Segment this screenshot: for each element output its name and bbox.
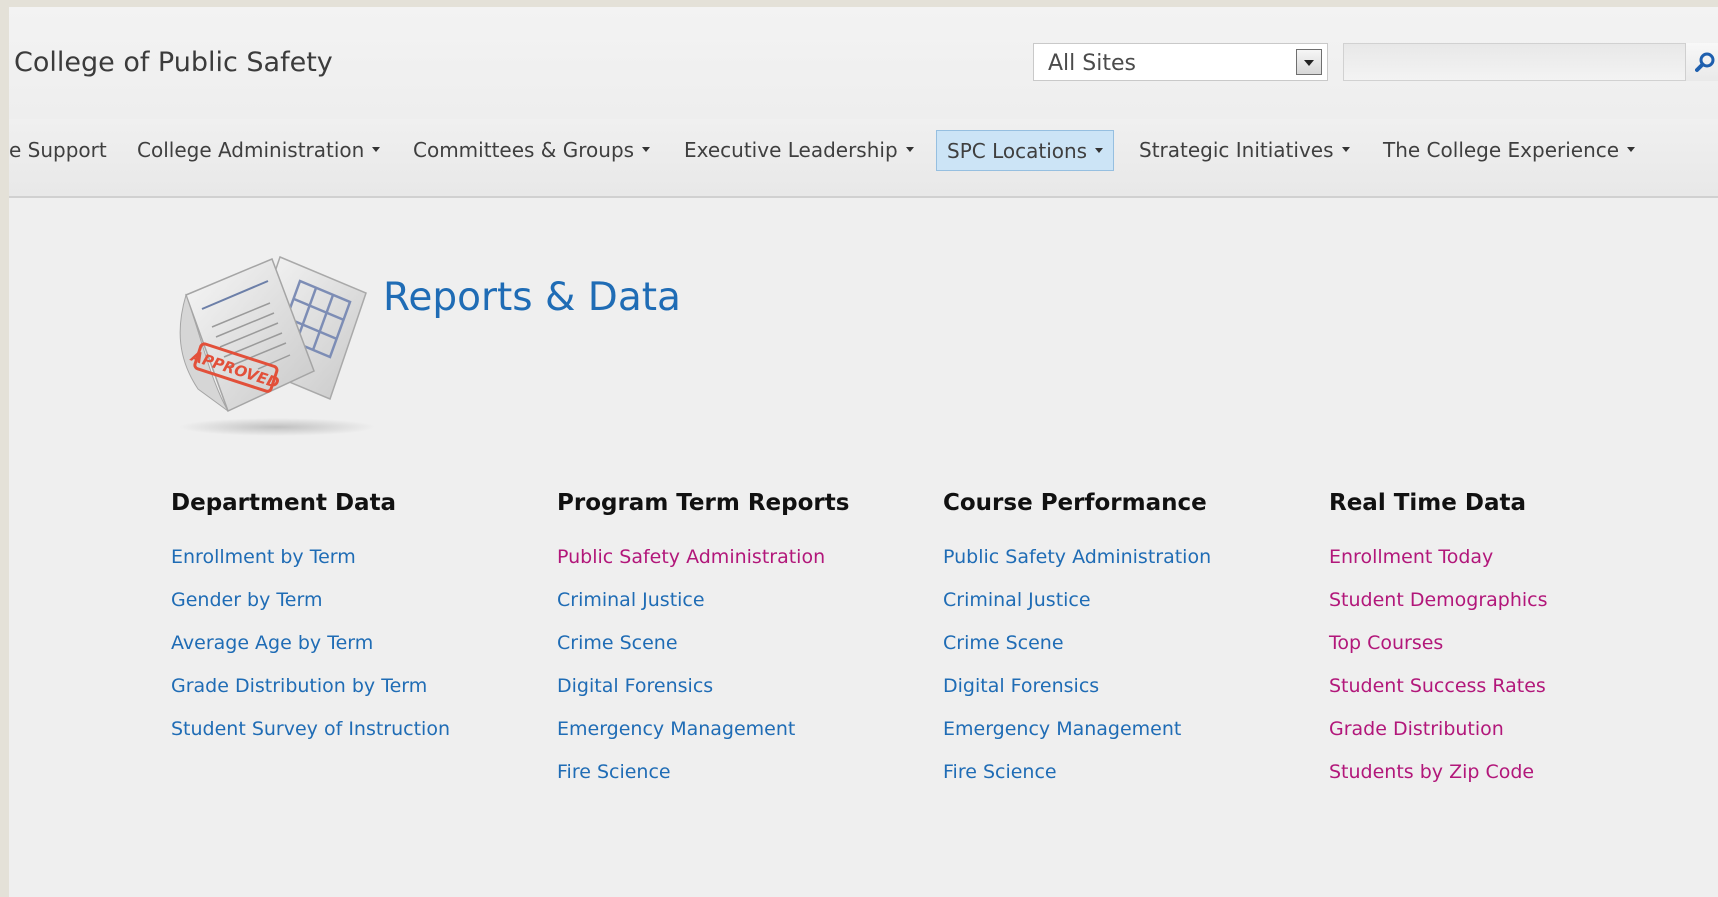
chevron-down-icon [1095, 148, 1104, 153]
chevron-down-icon [1627, 147, 1636, 152]
link-crime-scene[interactable]: Crime Scene [943, 632, 1064, 654]
section-heading: Department Data [171, 490, 397, 516]
nav-item-label: Strategic Initiatives [1139, 138, 1334, 162]
reports-document-icon: APPROVED [179, 255, 375, 436]
section-program-term-reports: Program Term Reports Public Safety Admin… [557, 490, 917, 783]
list-item: Public Safety Administration [557, 546, 825, 589]
link-fire-science[interactable]: Fire Science [943, 761, 1057, 783]
nav-item-college-administration[interactable]: College Administration [137, 130, 381, 171]
list-item: Enrollment by Term [171, 546, 450, 589]
list-item: Average Age by Term [171, 632, 450, 675]
list-item: Student Survey of Instruction [171, 718, 450, 761]
nav-item-label: College Administration [137, 138, 365, 162]
top-navigation-bar: e Support College Administration Committ… [9, 119, 1718, 198]
nav-item-label: The College Experience [1383, 138, 1620, 162]
nav-item-label: Executive Leadership [684, 138, 898, 162]
list-item: Students by Zip Code [1329, 761, 1548, 804]
page-canvas: College of Public Safety All Sites e Sup… [9, 7, 1718, 897]
section-link-list: Public Safety Administration Criminal Ju… [557, 546, 825, 804]
link-top-courses[interactable]: Top Courses [1329, 632, 1443, 654]
link-digital-forensics[interactable]: Digital Forensics [943, 675, 1099, 697]
link-average-age-by-term[interactable]: Average Age by Term [171, 632, 373, 654]
nav-item-executive-leadership[interactable]: Executive Leadership [684, 130, 914, 171]
link-emergency-management[interactable]: Emergency Management [943, 718, 1181, 740]
list-item: Student Demographics [1329, 589, 1548, 632]
search-icon [1695, 52, 1715, 72]
list-item: Criminal Justice [557, 589, 825, 632]
nav-item-college-experience[interactable]: The College Experience [1383, 130, 1636, 171]
nav-item-strategic-initiatives[interactable]: Strategic Initiatives [1139, 130, 1350, 171]
link-enrollment-by-term[interactable]: Enrollment by Term [171, 546, 356, 568]
search-scope-value: All Sites [1048, 51, 1136, 76]
dropdown-arrow-icon[interactable] [1296, 49, 1322, 75]
link-gender-by-term[interactable]: Gender by Term [171, 589, 322, 611]
link-criminal-justice[interactable]: Criminal Justice [557, 589, 705, 611]
search-input[interactable] [1343, 43, 1694, 81]
link-student-survey-of-instruction[interactable]: Student Survey of Instruction [171, 718, 450, 740]
nav-item-label: SPC Locations [947, 139, 1088, 163]
section-heading: Real Time Data [1329, 490, 1526, 516]
list-item: Public Safety Administration [943, 546, 1211, 589]
list-item: Crime Scene [557, 632, 825, 675]
nav-item-support[interactable]: e Support [9, 130, 107, 171]
list-item: Top Courses [1329, 632, 1548, 675]
link-enrollment-today[interactable]: Enrollment Today [1329, 546, 1493, 568]
link-crime-scene[interactable]: Crime Scene [557, 632, 678, 654]
list-item: Digital Forensics [943, 675, 1211, 718]
link-public-safety-administration[interactable]: Public Safety Administration [943, 546, 1211, 568]
list-item: Fire Science [557, 761, 825, 804]
site-title[interactable]: College of Public Safety [14, 47, 333, 78]
nav-item-committees-groups[interactable]: Committees & Groups [413, 130, 651, 171]
section-heading: Course Performance [943, 490, 1207, 516]
section-link-list: Enrollment by Term Gender by Term Averag… [171, 546, 450, 761]
section-department-data: Department Data Enrollment by Term Gende… [171, 490, 531, 740]
link-fire-science[interactable]: Fire Science [557, 761, 671, 783]
chevron-down-icon [642, 147, 651, 152]
search-button[interactable] [1685, 43, 1718, 81]
list-item: Digital Forensics [557, 675, 825, 718]
link-grade-distribution-by-term[interactable]: Grade Distribution by Term [171, 675, 427, 697]
nav-item-spc-locations[interactable]: SPC Locations [936, 130, 1115, 171]
link-students-by-zip-code[interactable]: Students by Zip Code [1329, 761, 1534, 783]
link-emergency-management[interactable]: Emergency Management [557, 718, 795, 740]
link-digital-forensics[interactable]: Digital Forensics [557, 675, 713, 697]
link-student-success-rates[interactable]: Student Success Rates [1329, 675, 1546, 697]
page-title: Reports & Data [383, 275, 681, 320]
section-link-list: Public Safety Administration Criminal Ju… [943, 546, 1211, 804]
chevron-down-icon [372, 147, 381, 152]
site-header: College of Public Safety All Sites [9, 7, 1718, 120]
chevron-down-icon [1341, 147, 1350, 152]
list-item: Crime Scene [943, 632, 1211, 675]
section-heading: Program Term Reports [557, 490, 850, 516]
nav-item-label: e Support [9, 138, 107, 162]
list-item: Emergency Management [557, 718, 825, 761]
list-item: Grade Distribution by Term [171, 675, 450, 718]
list-item: Emergency Management [943, 718, 1211, 761]
search-scope-dropdown[interactable]: All Sites [1033, 43, 1328, 81]
chevron-down-icon [905, 147, 914, 152]
link-criminal-justice[interactable]: Criminal Justice [943, 589, 1091, 611]
section-real-time-data: Real Time Data Enrollment Today Student … [1329, 490, 1689, 783]
nav-item-label: Committees & Groups [413, 138, 635, 162]
link-public-safety-administration[interactable]: Public Safety Administration [557, 546, 825, 568]
section-course-performance: Course Performance Public Safety Adminis… [943, 490, 1303, 783]
link-grade-distribution[interactable]: Grade Distribution [1329, 718, 1504, 740]
section-link-list: Enrollment Today Student Demographics To… [1329, 546, 1548, 804]
list-item: Grade Distribution [1329, 718, 1548, 761]
list-item: Gender by Term [171, 589, 450, 632]
list-item: Student Success Rates [1329, 675, 1548, 718]
link-student-demographics[interactable]: Student Demographics [1329, 589, 1548, 611]
list-item: Fire Science [943, 761, 1211, 804]
list-item: Enrollment Today [1329, 546, 1548, 589]
list-item: Criminal Justice [943, 589, 1211, 632]
